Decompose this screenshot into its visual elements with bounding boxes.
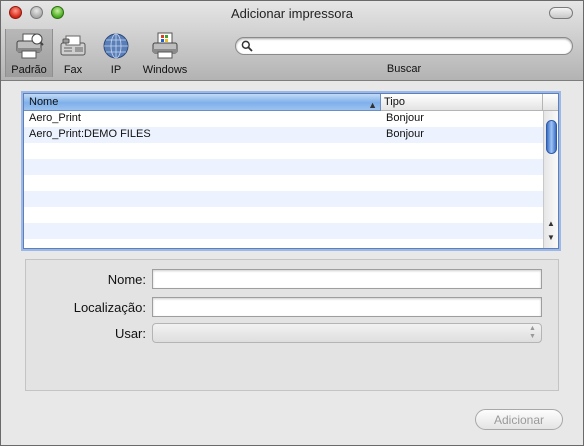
table-row[interactable]: Aero_Print Bonjour: [24, 111, 543, 127]
scroll-down-arrow-icon[interactable]: ▼: [544, 231, 558, 245]
window-title: Adicionar impressora: [230, 6, 354, 21]
tab-fax[interactable]: Fax: [54, 29, 92, 77]
empty-row: [24, 175, 543, 191]
tab-fax-label: Fax: [63, 64, 83, 76]
scrollbar-thumb[interactable]: [546, 120, 557, 154]
search-icon: [241, 40, 253, 52]
windows-printer-icon: [152, 32, 178, 59]
fax-icon: [60, 35, 86, 56]
name-field[interactable]: [152, 269, 542, 289]
scroll-up-arrow-icon[interactable]: ▲: [544, 217, 558, 231]
add-button[interactable]: Adicionar: [475, 409, 563, 430]
column-header-type[interactable]: Tipo: [381, 94, 543, 111]
table-row[interactable]: Aero_Print:DEMO FILES Bonjour: [24, 127, 543, 143]
location-field[interactable]: [152, 297, 542, 317]
tab-windows[interactable]: Windows: [138, 29, 192, 77]
add-printer-window: Adicionar impressora Padrão Fax IP Windo…: [0, 0, 584, 446]
search-input[interactable]: [256, 39, 556, 53]
empty-row: [24, 159, 543, 175]
select-arrows-icon: ▲ ▼: [529, 325, 536, 340]
use-label: Usar:: [114, 326, 146, 341]
printer-list: Nome ▲ Tipo Aero_Print Bonjour Aero_Prin…: [23, 93, 559, 249]
printer-type: Bonjour: [386, 112, 424, 124]
tab-ip-label: IP: [110, 64, 122, 76]
printer-name: Aero_Print: [29, 112, 81, 124]
search-field[interactable]: [235, 37, 573, 55]
column-header-name-label: Nome: [29, 96, 59, 108]
tab-windows-label: Windows: [142, 64, 188, 76]
ip-globe-icon: [103, 33, 129, 59]
printer-details-form: Nome: Localização: Usar: ▲ ▼: [25, 259, 559, 391]
toolbar: Adicionar impressora Padrão Fax IP Windo…: [1, 1, 583, 81]
column-header-type-label: Tipo: [384, 96, 405, 108]
location-label: Localização:: [73, 300, 146, 315]
empty-row: [24, 191, 543, 207]
column-header-corner: [543, 94, 558, 111]
search-label: Buscar: [386, 63, 422, 75]
tab-default-label: Padrão: [11, 64, 47, 76]
toolbar-toggle-button[interactable]: [549, 7, 573, 19]
use-driver-select[interactable]: ▲ ▼: [152, 323, 542, 343]
list-header: Nome ▲ Tipo: [24, 94, 558, 111]
tab-ip[interactable]: IP: [99, 29, 133, 77]
column-header-name[interactable]: Nome ▲: [24, 94, 381, 111]
tab-default-printer[interactable]: Padrão: [5, 29, 53, 77]
default-printer-icon: [16, 33, 44, 59]
name-label: Nome:: [107, 272, 146, 287]
list-scrollbar[interactable]: ▲ ▼: [543, 111, 558, 248]
empty-row: [24, 207, 543, 223]
printer-rows: Aero_Print Bonjour Aero_Print:DEMO FILES…: [24, 111, 543, 239]
empty-row: [24, 143, 543, 159]
printer-name: Aero_Print:DEMO FILES: [29, 128, 151, 140]
printer-type: Bonjour: [386, 128, 424, 140]
empty-row: [24, 223, 543, 239]
